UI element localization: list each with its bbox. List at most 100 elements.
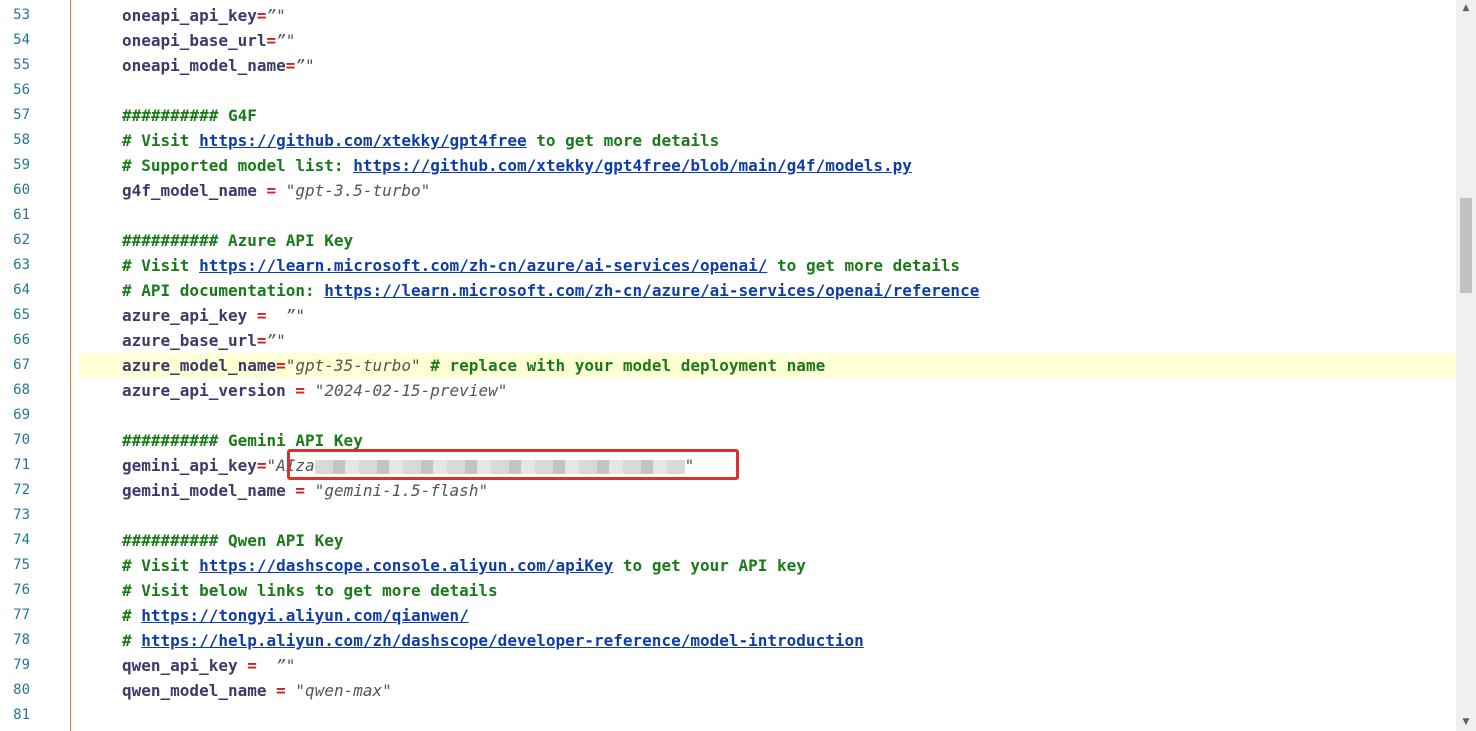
code-text: # API documentation: https://learn.micro… xyxy=(122,278,979,303)
line-number: 74 xyxy=(13,532,30,548)
line-number: 57 xyxy=(13,107,30,123)
url-link[interactable]: https://learn.microsoft.com/zh-cn/azure/… xyxy=(324,281,979,300)
code-token: oneapi_base_url xyxy=(122,31,267,50)
code-token: = xyxy=(256,331,267,350)
code-line[interactable]: 69 xyxy=(0,403,1456,428)
code-line[interactable]: 62 ########## Azure API Key xyxy=(0,228,1456,253)
code-line[interactable]: 54 oneapi_base_url=”" xyxy=(0,28,1456,53)
code-text: qwen_api_key = ”" xyxy=(122,653,295,678)
code-line[interactable]: 81 xyxy=(0,703,1456,728)
code-line[interactable]: 59 # Supported model list: https://github… xyxy=(0,153,1456,178)
code-token: to get your API key xyxy=(613,556,806,575)
code-token: = xyxy=(295,381,306,400)
api-key-highlight-box xyxy=(287,449,739,480)
code-line[interactable]: 55 oneapi_model_name=”" xyxy=(0,53,1456,78)
code-editor[interactable]: 53 oneapi_api_key=”" 54 oneapi_base_url=”" 5… xyxy=(0,0,1476,731)
code-text: azure_api_version = "2024-02-15-preview" xyxy=(122,378,507,403)
code-line[interactable]: 53 oneapi_api_key=”" xyxy=(0,3,1456,28)
code-token: qwen_api_key xyxy=(122,656,238,675)
code-line[interactable]: 74 ########## Qwen API Key xyxy=(0,528,1456,553)
code-line[interactable]: 67 azure_model_name="gpt-35-turbo" # repl… xyxy=(0,353,1456,378)
line-number: 64 xyxy=(13,282,30,298)
scrollbar-thumb[interactable] xyxy=(1460,198,1472,293)
code-token: ########## Azure API Key xyxy=(122,231,354,250)
code-token: ”" xyxy=(295,56,315,75)
code-token: = xyxy=(256,6,267,25)
code-line[interactable]: 61 xyxy=(0,203,1456,228)
code-token: ”" xyxy=(285,306,306,325)
code-token: = xyxy=(247,656,257,675)
line-number: 62 xyxy=(13,232,30,248)
code-line[interactable]: 78 # https://help.aliyun.com/zh/dashscope… xyxy=(0,628,1456,653)
scroll-up-arrow-icon[interactable]: ▲ xyxy=(1456,0,1476,17)
code-token: = xyxy=(256,456,267,475)
vertical-scrollbar[interactable]: ▲ ▼ xyxy=(1456,0,1476,731)
code-line[interactable]: 58 # Visit https://github.com/xtekky/gpt4… xyxy=(0,128,1456,153)
code-token: azure_base_url xyxy=(122,331,257,350)
code-line[interactable]: 63 # Visit https://learn.microsoft.com/zh… xyxy=(0,253,1456,278)
code-token: # xyxy=(122,631,142,650)
code-token: gemini_api_key xyxy=(122,456,257,475)
code-token: "qwen-max" xyxy=(295,681,392,700)
url-link[interactable]: https://learn.microsoft.com/zh-cn/azure/… xyxy=(199,256,767,275)
code-text: azure_model_name="gpt-35-turbo" # replac… xyxy=(122,353,825,378)
line-number: 76 xyxy=(13,582,30,598)
url-link[interactable]: https://tongyi.aliyun.com/qianwen/ xyxy=(141,606,469,625)
line-number: 66 xyxy=(13,332,30,348)
code-token: = xyxy=(276,681,286,700)
code-line[interactable]: 65 azure_api_key = ”" xyxy=(0,303,1456,328)
code-text: oneapi_base_url=”" xyxy=(122,28,295,53)
code-line[interactable]: 60 g4f_model_name = "gpt-3.5-turbo" xyxy=(0,178,1456,203)
url-link[interactable]: https://dashscope.console.aliyun.com/api… xyxy=(199,556,613,575)
line-number: 70 xyxy=(13,432,30,448)
code-token: "gpt-35-turbo" xyxy=(285,356,421,375)
code-line[interactable]: 77 # https://tongyi.aliyun.com/qianwen/ xyxy=(0,603,1456,628)
code-text: # Visit https://learn.microsoft.com/zh-c… xyxy=(122,253,960,278)
code-line[interactable]: 80 qwen_model_name = "qwen-max" xyxy=(0,678,1456,703)
line-number: 79 xyxy=(13,657,30,673)
code-line[interactable]: 57 ########## G4F xyxy=(0,103,1456,128)
code-line[interactable]: 64 # API documentation: https://learn.mic… xyxy=(0,278,1456,303)
line-number: 69 xyxy=(13,407,30,423)
code-line[interactable]: 56 xyxy=(0,78,1456,103)
code-text: gemini_model_name = "gemini-1.5-flash" xyxy=(122,478,488,503)
code-line[interactable]: 73 xyxy=(0,503,1456,528)
code-token: "gpt-3.5-turbo" xyxy=(285,181,431,200)
code-token: = xyxy=(295,481,306,500)
code-line[interactable]: 75 # Visit https://dashscope.console.aliy… xyxy=(0,553,1456,578)
code-token: ”" xyxy=(266,331,286,350)
line-number: 68 xyxy=(13,382,30,398)
line-number: 80 xyxy=(13,682,30,698)
line-number: 71 xyxy=(13,457,30,473)
url-link[interactable]: https://github.com/xtekky/gpt4free/blob/… xyxy=(353,156,912,175)
code-token: gemini_model_name xyxy=(122,481,286,500)
code-line[interactable]: 66 azure_base_url=”" xyxy=(0,328,1456,353)
code-token: # Visit below links to get more details xyxy=(122,581,498,600)
url-link[interactable]: https://help.aliyun.com/zh/dashscope/dev… xyxy=(141,631,863,650)
code-token: = xyxy=(266,181,277,200)
code-token: ########## Qwen API Key xyxy=(122,531,344,550)
scroll-down-arrow-icon[interactable]: ▼ xyxy=(1456,714,1476,731)
line-number: 81 xyxy=(13,707,30,723)
code-token: ”" xyxy=(276,656,296,675)
code-line[interactable]: 79 qwen_api_key = ”" xyxy=(0,653,1456,678)
code-line[interactable]: 72 gemini_model_name = "gemini-1.5-flash" xyxy=(0,478,1456,503)
code-text: # Visit https://dashscope.console.aliyun… xyxy=(122,553,806,578)
code-token: # Supported model list: xyxy=(122,156,354,175)
line-number: 65 xyxy=(13,307,30,323)
code-text: qwen_model_name = "qwen-max" xyxy=(122,678,392,703)
code-text: oneapi_api_key=”" xyxy=(122,3,286,28)
code-token: to get more details xyxy=(526,131,720,150)
code-line[interactable]: 76 # Visit below links to get more detail… xyxy=(0,578,1456,603)
url-link[interactable]: https://github.com/xtekky/gpt4free xyxy=(199,131,527,150)
code-token: # Visit xyxy=(122,131,200,150)
code-line[interactable]: 68 azure_api_version = "2024-02-15-previe… xyxy=(0,378,1456,403)
code-text: # Visit https://github.com/xtekky/gpt4fr… xyxy=(122,128,719,153)
